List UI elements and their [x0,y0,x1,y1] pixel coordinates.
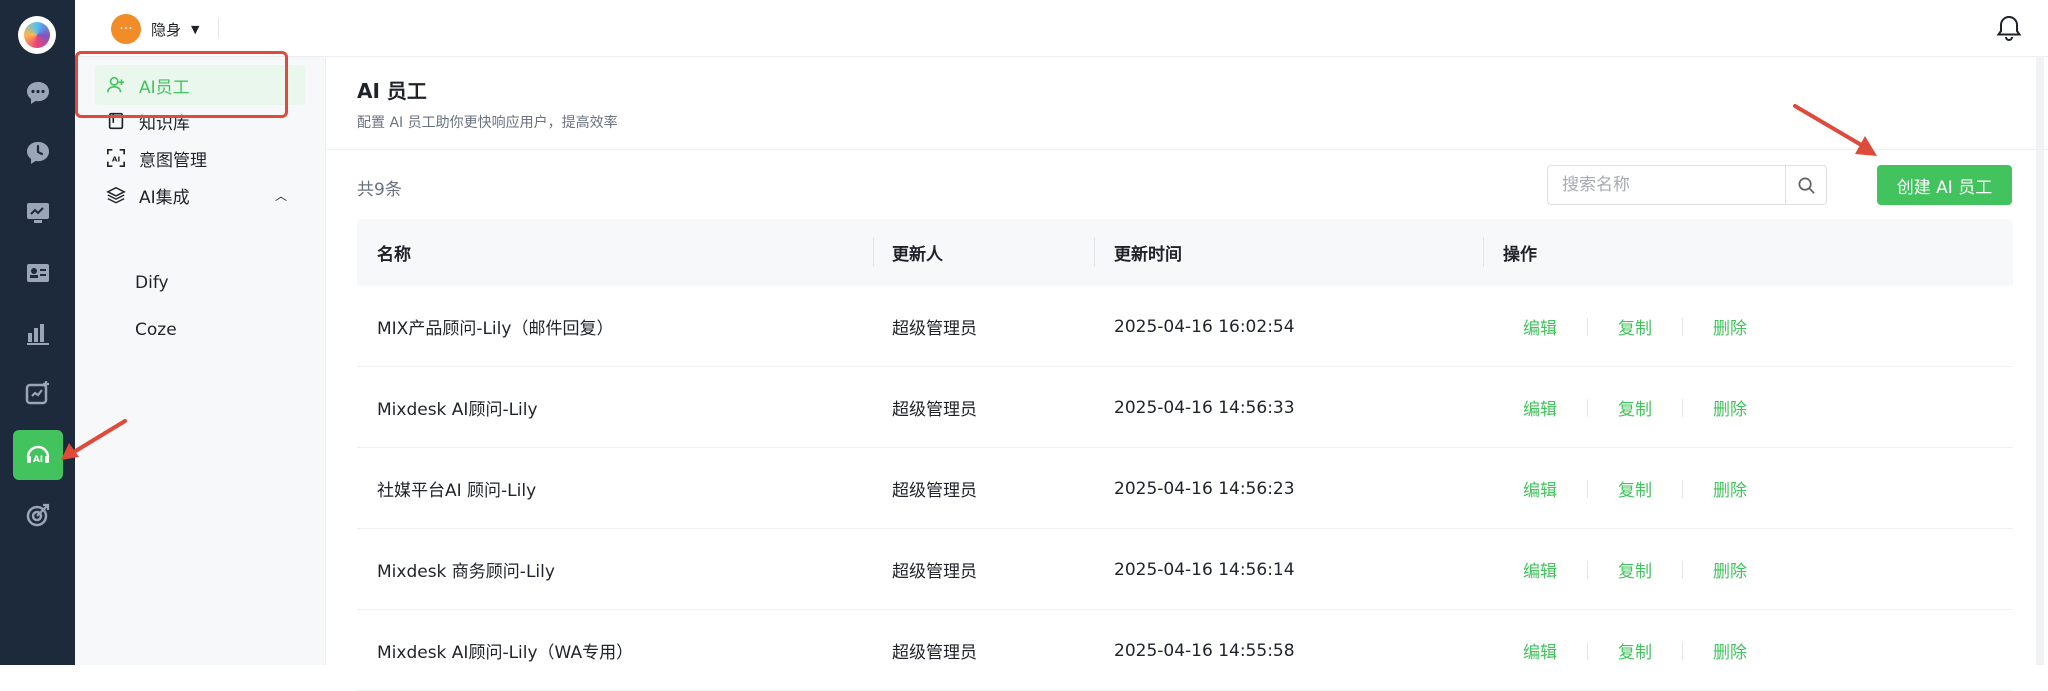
action-divider [1587,561,1588,579]
column-divider [873,237,874,267]
delete-button[interactable]: 删除 [1713,367,1747,448]
page-subtitle: 配置 AI 员工助你更快响应用户，提高效率 [357,115,618,131]
target-icon[interactable] [13,490,63,540]
app-rail: AI [0,0,75,665]
column-header-actions: 操作 [1503,245,1537,265]
copy-button[interactable]: 复制 [1618,448,1652,529]
table-row: MIX产品顾问-Lily（邮件回复） 超级管理员 2025-04-16 16:0… [357,286,2013,367]
monitor-icon[interactable] [13,188,63,238]
table-row: Mixdesk 商务顾问-Lily 超级管理员 2025-04-16 14:56… [357,529,2013,610]
row-updater: 超级管理员 [892,643,977,663]
action-divider [1587,318,1588,336]
sidebar-item-intent-management[interactable]: AI 意图管理 [95,138,305,178]
page-title: AI 员工 [357,79,427,103]
row-updated-time: 2025-04-16 14:56:23 [1114,478,1295,499]
table-header: 名称 更新人 更新时间 操作 [357,219,2013,286]
table-row: Mixdesk AI顾问-Lily（WA专用） 超级管理员 2025-04-16… [357,610,2013,691]
divider [327,149,2048,150]
column-header-updated-time: 更新时间 [1114,245,1182,265]
contact-card-icon[interactable] [13,248,63,298]
action-divider [1682,561,1683,579]
row-name: 社媒平台AI 顾问-Lily [377,481,537,501]
sidebar-subitem-dify[interactable]: Dify [135,273,169,293]
status-label: 隐身 [151,20,182,39]
edit-button[interactable]: 编辑 [1523,367,1557,448]
delete-button[interactable]: 删除 [1713,286,1747,367]
record-count: 共9条 [357,180,402,200]
action-divider [1682,642,1683,660]
chat-icon[interactable] [13,68,63,118]
row-name: Mixdesk AI顾问-Lily [377,400,538,420]
edit-button[interactable]: 编辑 [1523,286,1557,367]
delete-button[interactable]: 删除 [1713,448,1747,529]
action-divider [1587,399,1588,417]
row-name: Mixdesk AI顾问-Lily（WA专用） [377,643,634,663]
status-selector[interactable]: ··· 隐身 ▼ [111,14,199,44]
row-updater: 超级管理员 [892,481,977,501]
action-divider [1587,480,1588,498]
row-updater: 超级管理员 [892,400,977,420]
action-divider [1682,318,1683,336]
annotation-highlight-box [75,51,288,118]
action-divider [1682,399,1683,417]
edit-button[interactable]: 编辑 [1523,610,1557,691]
history-icon[interactable] [13,128,63,178]
row-updated-time: 2025-04-16 16:02:54 [1114,316,1295,337]
edit-button[interactable]: 编辑 [1523,448,1557,529]
marketing-icon[interactable] [13,368,63,418]
ai-assistant-icon[interactable]: AI [13,430,63,480]
divider [218,18,219,38]
sidebar-subitem-coze[interactable]: Coze [135,320,177,340]
status-bubble-icon: ··· [111,14,141,44]
app-logo[interactable] [18,16,56,54]
column-divider [1094,237,1095,267]
sidebar-item-label: AI集成 [139,187,190,208]
search-button[interactable] [1785,166,1826,204]
action-divider [1682,480,1683,498]
search-icon [1798,177,1815,194]
row-updater: 超级管理员 [892,319,977,339]
column-header-updater: 更新人 [892,245,943,265]
copy-button[interactable]: 复制 [1618,367,1652,448]
edit-button[interactable]: 编辑 [1523,529,1557,610]
main-content: AI 员工 配置 AI 员工助你更快响应用户，提高效率 共9条 创建 AI 员工… [327,57,2048,691]
table-row: 社媒平台AI 顾问-Lily 超级管理员 2025-04-16 14:56:23… [357,448,2013,529]
chevron-up-icon[interactable]: ︿ [275,187,287,204]
bell-icon[interactable] [1994,13,2024,43]
layers-icon [105,184,127,206]
create-ai-employee-button[interactable]: 创建 AI 员工 [1877,165,2012,205]
action-divider [1587,642,1588,660]
copy-button[interactable]: 复制 [1618,286,1652,367]
bar-chart-icon[interactable] [13,308,63,358]
svg-text:AI: AI [112,155,121,164]
svg-text:AI: AI [33,455,43,465]
column-header-name: 名称 [377,245,411,265]
column-divider [1483,237,1484,267]
row-updated-time: 2025-04-16 14:55:58 [1114,640,1295,661]
sidebar-item-ai-integration[interactable]: AI集成 ︿ [95,175,305,215]
copy-button[interactable]: 复制 [1618,529,1652,610]
top-bar: ··· 隐身 ▼ [75,0,2048,57]
search-box [1547,165,1827,205]
search-input[interactable] [1548,166,1778,204]
delete-button[interactable]: 删除 [1713,529,1747,610]
row-updated-time: 2025-04-16 14:56:33 [1114,397,1295,418]
copy-button[interactable]: 复制 [1618,610,1652,691]
caret-down-icon: ▼ [191,22,200,36]
delete-button[interactable]: 删除 [1713,610,1747,691]
ai-scan-icon: AI [105,147,127,169]
secondary-sidebar: AI员工 知识库 AI 意图管理 AI集成 ︿ Dify Coze [75,57,326,665]
row-name: Mixdesk 商务顾问-Lily [377,562,555,582]
vertical-scrollbar[interactable] [2036,57,2044,665]
row-updated-time: 2025-04-16 14:56:14 [1114,559,1295,580]
row-updater: 超级管理员 [892,562,977,582]
row-name: MIX产品顾问-Lily（邮件回复） [377,319,614,339]
ai-employee-table: 名称 更新人 更新时间 操作 MIX产品顾问-Lily（邮件回复） 超级管理员 … [357,219,2013,691]
sidebar-item-label: 意图管理 [139,150,207,171]
table-row: Mixdesk AI顾问-Lily 超级管理员 2025-04-16 14:56… [357,367,2013,448]
